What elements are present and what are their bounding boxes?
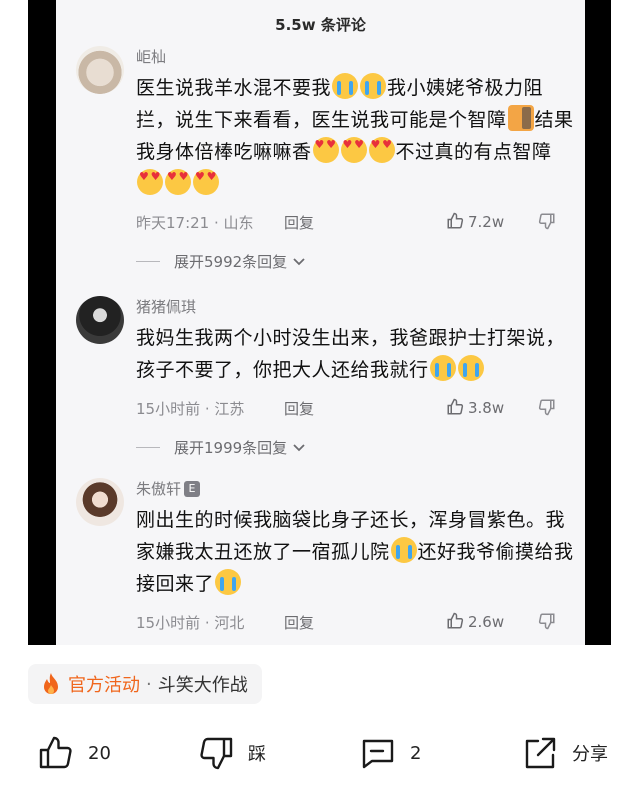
reply-button[interactable]: 回复 xyxy=(284,212,314,233)
like-count: 7.2w xyxy=(468,213,505,231)
comment-text: 医生说我羊水混不要我 我小姨姥爷极力阻拦，说生下来看看，医生说我可能是个智障 结果我… xyxy=(136,72,576,200)
thumbs-down-icon xyxy=(538,613,555,630)
like-action-button[interactable]: 20 xyxy=(38,728,111,778)
activity-title: 斗笑大作战 xyxy=(157,675,248,696)
like-count: 20 xyxy=(88,742,111,764)
letterbox-left xyxy=(28,0,56,645)
timestamp-location: 15小时前 · 江苏 xyxy=(136,400,245,418)
like-button[interactable]: 2.6w xyxy=(446,612,504,631)
like-button[interactable]: 7.2w xyxy=(446,212,504,231)
expand-replies-label: 展开5992条回复 xyxy=(174,251,306,272)
dislike-button[interactable] xyxy=(538,398,560,417)
share-action-button[interactable]: 分享 xyxy=(522,728,608,778)
like-button[interactable]: 3.8w xyxy=(446,398,504,417)
expand-replies-label: 展开1999条回复 xyxy=(174,437,306,458)
timestamp-location: 15小时前 · 河北 xyxy=(136,614,245,632)
comment-icon xyxy=(362,739,394,769)
avatar[interactable] xyxy=(76,296,124,344)
comment-action-button[interactable]: 2 xyxy=(360,728,421,778)
like-count: 2.6w xyxy=(468,613,505,631)
heart-eyes-emoji-icon xyxy=(193,169,219,195)
expand-replies-button[interactable]: 展开5992条回复 xyxy=(136,248,576,278)
heart-eyes-emoji-icon xyxy=(368,137,395,163)
chevron-down-icon xyxy=(293,444,305,452)
reply-button[interactable]: 回复 xyxy=(284,398,314,419)
divider xyxy=(136,447,160,448)
avatar[interactable] xyxy=(76,46,124,94)
comment-meta: 15小时前 · 江苏 回复 3.8w xyxy=(136,394,576,424)
thumbs-down-icon xyxy=(538,213,555,230)
username[interactable]: 朱傲轩 E xyxy=(136,478,576,500)
divider xyxy=(136,261,160,262)
avatar[interactable] xyxy=(76,478,124,526)
heart-eyes-emoji-icon xyxy=(340,137,367,163)
activity-tag: 官方活动 xyxy=(68,675,140,696)
like-count: 3.8w xyxy=(468,399,505,417)
dislike-action-button[interactable]: 踩 xyxy=(198,728,266,778)
fire-icon xyxy=(44,673,58,694)
comment-text: 刚出生的时候我脑袋比身子还长，浑身冒紫色。我家嫌我太丑还放了一宿孤儿院 还好我爷偷… xyxy=(136,509,574,595)
thumbs-up-icon xyxy=(447,212,464,229)
thumbs-up-icon xyxy=(447,612,464,629)
expand-replies-button[interactable]: 展开1999条回复 xyxy=(136,434,576,464)
dislike-button[interactable] xyxy=(538,212,560,231)
crying-emoji-icon xyxy=(215,569,242,595)
chevron-down-icon xyxy=(293,258,305,266)
crying-emoji-icon xyxy=(429,355,456,381)
share-icon xyxy=(525,737,556,769)
crying-emoji-icon xyxy=(390,537,417,563)
thumbs-up-icon xyxy=(39,736,72,769)
share-label: 分享 xyxy=(572,744,608,765)
crying-emoji-icon xyxy=(457,355,484,381)
cat-emoji-icon xyxy=(507,105,534,131)
comment-meta: 15小时前 · 河北 回复 2.6w xyxy=(136,608,576,638)
comment-count: 2 xyxy=(410,742,422,764)
crying-emoji-icon xyxy=(332,73,359,99)
thumbs-down-icon xyxy=(200,737,233,770)
crying-emoji-icon xyxy=(360,73,387,99)
letterbox-right xyxy=(585,0,611,645)
username[interactable]: 猪猪佩琪 xyxy=(136,296,576,318)
heart-eyes-emoji-icon xyxy=(137,169,163,195)
heart-eyes-emoji-icon xyxy=(165,169,191,195)
heart-eyes-emoji-icon xyxy=(312,137,339,163)
username[interactable]: 岠杣 xyxy=(136,46,576,68)
thumbs-up-icon xyxy=(447,398,464,415)
timestamp-location: 昨天17:21 · 山东 xyxy=(136,214,254,232)
user-badge: E xyxy=(184,481,201,497)
comment-panel: 5.5w 条评论 岠杣 医生说我羊水混不要我 我小姨姥爷极力阻拦，说生下来看看，医… xyxy=(56,0,585,645)
comment-count-title: 5.5w 条评论 xyxy=(275,16,366,34)
video-frame[interactable]: 5.5w 条评论 岠杣 医生说我羊水混不要我 我小姨姥爷极力阻拦，说生下来看看，医… xyxy=(0,0,640,645)
comment-text: 我妈生我两个小时没生出来，我爸跟护士打架说，孩子不要了，你把大人还给我就行 xyxy=(136,327,566,381)
comment-meta: 昨天17:21 · 山东 回复 7.2w xyxy=(136,208,576,238)
official-activity-chip[interactable]: 官方活动 · 斗笑大作战 xyxy=(28,664,262,704)
dislike-button[interactable] xyxy=(538,612,560,631)
action-bar: 20 踩 2 分享 xyxy=(0,728,640,778)
dislike-label: 踩 xyxy=(248,744,266,765)
separator: · xyxy=(146,673,152,695)
thumbs-down-icon xyxy=(538,399,555,416)
reply-button[interactable]: 回复 xyxy=(284,612,314,633)
